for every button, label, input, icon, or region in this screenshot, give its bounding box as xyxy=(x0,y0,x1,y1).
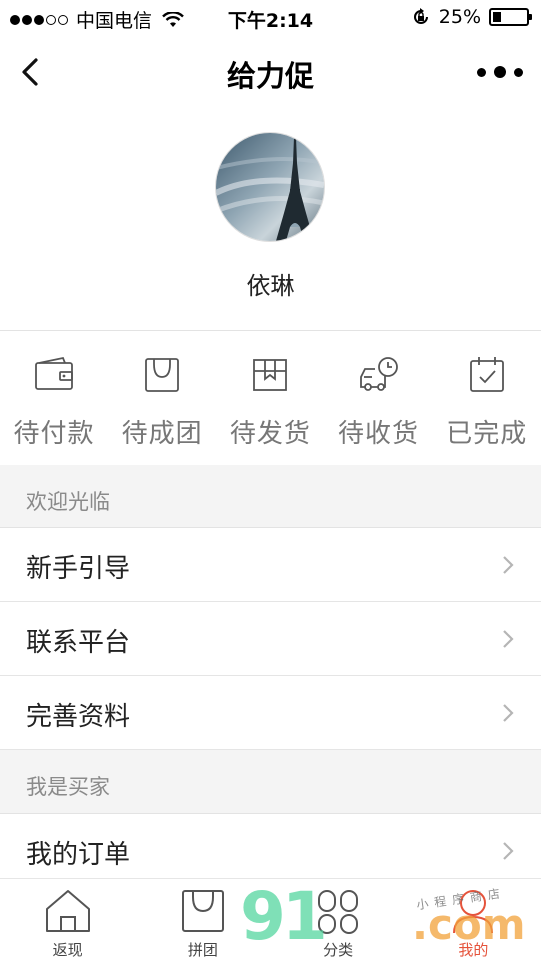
order-status-pending-receipt[interactable]: 待收货 xyxy=(325,331,433,465)
menu-item-beginner-guide[interactable]: 新手引导 xyxy=(0,528,541,602)
home-icon xyxy=(45,890,90,932)
tab-label: 分类 xyxy=(323,941,354,959)
rotation-lock-icon xyxy=(413,8,428,24)
menu-item-label: 我的订单 xyxy=(26,840,131,870)
chevron-right-icon xyxy=(503,556,514,574)
chevron-right-icon xyxy=(503,630,514,648)
tab-bar: 返现 拼团 分类 我的 xyxy=(0,878,541,960)
chevron-right-icon xyxy=(503,704,514,722)
tab-categories[interactable]: 分类 xyxy=(271,879,406,960)
menu-item-my-orders[interactable]: 我的订单 xyxy=(0,814,541,888)
avatar[interactable] xyxy=(216,133,324,241)
menu-item-label: 完善资料 xyxy=(26,702,131,732)
tab-label: 拼团 xyxy=(187,941,218,959)
status-right: 25% xyxy=(411,6,532,28)
tab-mine[interactable]: 我的 xyxy=(406,879,541,960)
order-status-label: 待成团 xyxy=(121,419,203,449)
delivery-truck-icon xyxy=(359,357,398,391)
order-status-pending-payment[interactable]: 待付款 xyxy=(0,331,108,465)
package-icon xyxy=(253,359,288,391)
order-status-pending-group[interactable]: 待成团 xyxy=(108,331,216,465)
order-status-row: 待付款 待成团 待发货 待收货 已完成 xyxy=(0,331,541,465)
order-status-label: 已完成 xyxy=(446,419,528,449)
menu-item-complete-profile[interactable]: 完善资料 xyxy=(0,676,541,750)
battery-icon xyxy=(489,8,532,26)
shopping-bag-icon xyxy=(181,890,224,932)
username: 依琳 xyxy=(246,272,295,300)
tab-group-buy[interactable]: 拼团 xyxy=(135,879,270,960)
order-status-completed[interactable]: 已完成 xyxy=(433,331,541,465)
grid-icon xyxy=(318,890,359,934)
order-status-label: 待发货 xyxy=(229,419,311,449)
tab-cashback[interactable]: 返现 xyxy=(0,879,135,960)
status-bar: 中国电信 下午2:14 25% xyxy=(0,0,541,36)
shopping-bag-icon xyxy=(145,358,180,392)
more-options-icon[interactable] xyxy=(477,60,523,84)
page-title: 给力促 xyxy=(226,59,314,93)
tab-label: 返现 xyxy=(52,941,83,959)
order-status-pending-shipment[interactable]: 待发货 xyxy=(216,331,324,465)
user-icon xyxy=(453,890,494,934)
avatar-image xyxy=(216,133,324,241)
section-header-welcome: 欢迎光临 xyxy=(0,465,541,528)
order-status-label: 待收货 xyxy=(338,419,420,449)
tab-label: 我的 xyxy=(458,941,489,959)
section-header-buyer: 我是买家 xyxy=(0,750,541,813)
menu-item-contact-platform[interactable]: 联系平台 xyxy=(0,602,541,676)
wallet-icon xyxy=(35,356,73,390)
battery-percent: 25% xyxy=(438,6,481,28)
calendar-check-icon xyxy=(469,357,504,392)
menu-item-label: 联系平台 xyxy=(26,628,131,658)
menu-item-label: 新手引导 xyxy=(26,554,131,584)
navigation-bar: 给力促 xyxy=(0,36,541,108)
chevron-right-icon xyxy=(503,842,514,860)
order-status-label: 待付款 xyxy=(13,419,95,449)
